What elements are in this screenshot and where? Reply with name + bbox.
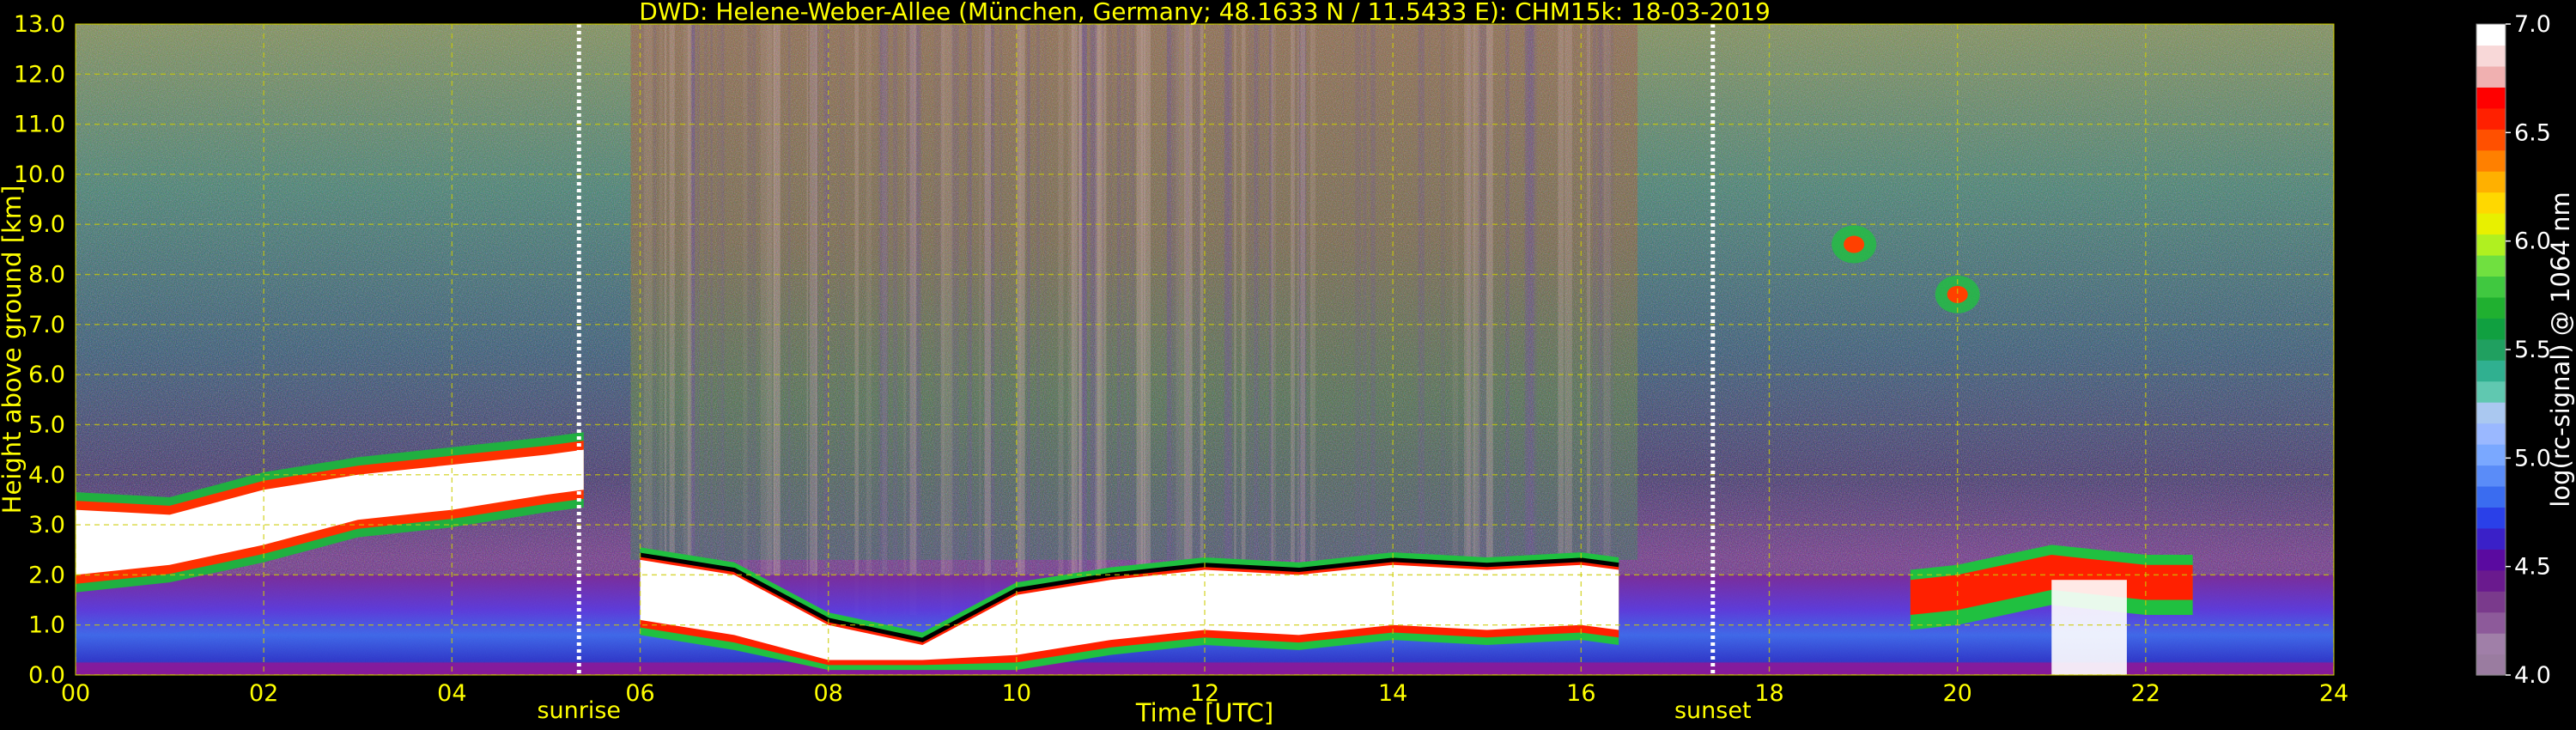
colorbar-tick-label: 4.0	[2514, 662, 2551, 689]
colorbar-swatch	[2476, 24, 2506, 46]
y-tick-label: 0.0	[28, 662, 65, 689]
colorbar-swatch	[2476, 318, 2506, 340]
colorbar-swatch	[2476, 192, 2506, 214]
colorbar-swatch	[2476, 296, 2506, 319]
colorbar-swatch	[2476, 465, 2506, 487]
colorbar-tick-label: 4.5	[2514, 554, 2551, 581]
colorbar-swatch	[2476, 569, 2506, 592]
x-tick-label: 08	[813, 680, 842, 707]
colorbar-swatch	[2476, 276, 2506, 298]
colorbar-swatch	[2476, 402, 2506, 424]
colorbar-swatch	[2476, 507, 2506, 529]
y-tick-label: 4.0	[28, 462, 65, 489]
colorbar: 4.04.55.05.56.06.57.0	[2476, 11, 2551, 689]
x-tick-label: 16	[1566, 680, 1595, 707]
colorbar-swatch	[2476, 338, 2506, 361]
colorbar-swatch	[2476, 254, 2506, 277]
x-tick-label: 24	[2319, 680, 2348, 707]
y-tick-label: 1.0	[28, 612, 65, 639]
colorbar-swatch	[2476, 591, 2506, 613]
x-tick-label: 18	[1754, 680, 1783, 707]
x-tick-label: 14	[1378, 680, 1407, 707]
x-axis-title: Time [UTC]	[1135, 698, 1273, 727]
evening-cloud-core	[2051, 580, 2127, 675]
sun-annotation-label: sunset	[1674, 697, 1752, 724]
colorbar-swatch	[2476, 107, 2506, 130]
x-tick-label: 10	[1002, 680, 1031, 707]
colorbar-title: log(rc-signal) @ 1064 nm	[2546, 192, 2575, 507]
colorbar-tick-label: 6.5	[2514, 119, 2551, 146]
plot-area	[76, 24, 2334, 675]
y-tick-label: 6.0	[28, 362, 65, 388]
x-tick-label: 04	[437, 680, 466, 707]
x-tick-label: 20	[1942, 680, 1971, 707]
y-tick-label: 10.0	[14, 161, 65, 188]
colorbar-swatch	[2476, 549, 2506, 571]
y-tick-label: 8.0	[28, 262, 65, 289]
colorbar-swatch	[2476, 213, 2506, 235]
colorbar-swatch	[2476, 87, 2506, 109]
colorbar-swatch	[2476, 380, 2506, 403]
y-tick-label: 13.0	[14, 11, 65, 38]
colorbar-swatch	[2476, 45, 2506, 67]
y-tick-label: 3.0	[28, 512, 65, 538]
x-tick-label: 22	[2131, 680, 2160, 707]
colorbar-swatch	[2476, 485, 2506, 508]
y-tick-label: 9.0	[28, 211, 65, 238]
y-tick-label: 12.0	[14, 61, 65, 88]
y-tick-label: 2.0	[28, 562, 65, 588]
colorbar-swatch	[2476, 129, 2506, 151]
y-axis-title: Height above ground [km]	[0, 186, 27, 514]
y-tick-label: 5.0	[28, 411, 65, 438]
colorbar-swatch	[2476, 444, 2506, 466]
chart-title: DWD: Helene-Weber-Allee (München, German…	[639, 0, 1771, 26]
colorbar-swatch	[2476, 360, 2506, 382]
colorbar-tick-label: 7.0	[2514, 11, 2551, 38]
colorbar-swatch	[2476, 423, 2506, 445]
ceilometer-chart: 0.0 1.0 2.0 3.0 4.0 5.0 6.0 7.0 8.0 9.0 10.0 11.0 12…	[0, 0, 2575, 727]
x-tick-label: 00	[61, 680, 90, 707]
colorbar-swatch	[2476, 149, 2506, 172]
y-tick-label: 7.0	[28, 312, 65, 338]
x-tick-label: 06	[625, 680, 654, 707]
colorbar-swatch	[2476, 234, 2506, 256]
y-tick-label: 11.0	[14, 112, 65, 138]
high-cloud-core	[1844, 235, 1865, 253]
sun-annotation-label: sunrise	[537, 697, 621, 724]
colorbar-swatch	[2476, 633, 2506, 655]
colorbar-swatch	[2476, 654, 2506, 676]
colorbar-swatch	[2476, 65, 2506, 88]
colorbar-swatch	[2476, 171, 2506, 193]
x-tick-label: 02	[249, 680, 278, 707]
colorbar-swatch	[2476, 611, 2506, 634]
colorbar-swatch	[2476, 527, 2506, 550]
